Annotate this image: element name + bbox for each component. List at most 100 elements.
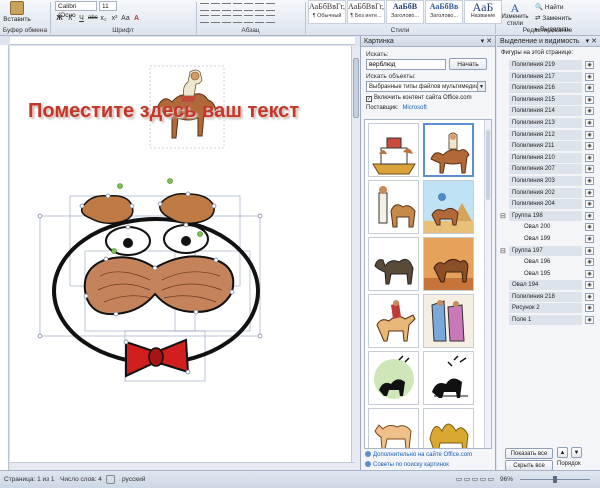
selection-shape-row[interactable]: Полилиния 204 ◉ — [497, 198, 600, 210]
change-styles-button[interactable]: A Изменить стили — [498, 2, 532, 28]
search-tips-link[interactable]: Советы по поиску картинок — [365, 461, 449, 468]
style-heading-2[interactable]: АаБбВв Заголово... — [425, 0, 463, 24]
clipart-thumb[interactable] — [368, 294, 419, 348]
clipart-search-input[interactable] — [366, 59, 446, 70]
visibility-eye-icon[interactable]: ◉ — [585, 61, 594, 69]
visibility-eye-icon[interactable]: ◉ — [585, 188, 594, 197]
visibility-eye-icon[interactable]: ◉ — [585, 95, 594, 104]
clipart-thumb[interactable] — [368, 237, 419, 291]
sort-icon[interactable] — [255, 3, 264, 11]
clipart-thumb[interactable] — [423, 408, 474, 448]
italic-button[interactable]: К — [66, 14, 75, 23]
selection-group-row[interactable]: ⊟ Группа 197 ◉ — [497, 245, 600, 257]
selection-shape-row[interactable]: Полилиния 218 ◉ — [497, 291, 600, 303]
selection-shape-row[interactable]: Полилиния 213 ◉ — [497, 117, 600, 129]
spellcheck-icon[interactable] — [106, 475, 115, 484]
clipart-thumb[interactable] — [423, 180, 474, 234]
line-spacing-icon[interactable] — [244, 15, 253, 23]
shading-icon[interactable] — [255, 15, 264, 23]
suppliers-link[interactable]: Microsoft — [402, 105, 426, 111]
strikethrough-button[interactable]: abc — [88, 14, 98, 23]
document-page[interactable]: Поместите здесь ваш текст — [10, 46, 355, 470]
visibility-eye-icon[interactable]: ◉ — [585, 176, 594, 185]
align-right-icon[interactable] — [222, 15, 231, 23]
move-up-button[interactable]: ▲ — [557, 447, 568, 458]
zoom-level[interactable]: 96% — [500, 471, 513, 488]
wordart-text[interactable]: Поместите здесь ваш текст — [28, 100, 299, 123]
selection-shape-row[interactable]: Полилиния 216 ◉ — [497, 82, 600, 94]
clipart-thumb-selected[interactable] — [423, 123, 474, 177]
align-left-icon[interactable] — [200, 15, 209, 23]
visibility-eye-icon[interactable]: ◉ — [585, 211, 594, 220]
superscript-button[interactable]: x² — [110, 14, 119, 23]
clipart-thumb[interactable] — [423, 351, 474, 405]
style-heading-1[interactable]: АаБбВ Заголово... — [386, 0, 424, 24]
borders-icon[interactable] — [266, 15, 275, 23]
visibility-eye-icon[interactable]: ◉ — [585, 234, 594, 243]
left-eyebrow[interactable] — [80, 194, 134, 225]
move-down-button[interactable]: ▼ — [571, 447, 582, 458]
numbering-icon[interactable] — [211, 3, 220, 11]
visibility-eye-icon[interactable]: ◉ — [585, 304, 594, 313]
find-button[interactable]: 🔍 Найти — [535, 2, 571, 13]
visibility-eye-icon[interactable]: ◉ — [585, 130, 594, 139]
selection-shape-row[interactable]: Поле 1 ◉ — [497, 314, 600, 326]
language-indicator[interactable]: русский — [122, 471, 145, 488]
visibility-eye-icon[interactable]: ◉ — [585, 118, 594, 127]
page-count[interactable]: Страница: 1 из 1 — [4, 471, 55, 488]
zoom-slider-thumb[interactable] — [553, 476, 557, 483]
font-color-button[interactable]: A — [132, 14, 141, 23]
clipart-thumb[interactable] — [423, 237, 474, 291]
selection-shape-row[interactable]: Овал 200 ◉ — [497, 221, 600, 233]
selection-shape-row[interactable]: Полилиния 219 ◉ — [497, 59, 600, 71]
selection-group-row[interactable]: ⊟ Группа 198 ◉ — [497, 210, 600, 222]
underline-button[interactable]: Ч — [77, 14, 86, 23]
style-no-spacing[interactable]: АаБбВвГг, ¶ Без инте... — [347, 0, 385, 24]
style-normal[interactable]: АаБбВвГг, ¶ Обычный — [308, 0, 346, 24]
mustache[interactable] — [83, 255, 235, 316]
visibility-eye-icon[interactable]: ◉ — [585, 165, 594, 174]
selection-shape-row[interactable]: Овал 195 ◉ — [497, 268, 600, 280]
close-icon[interactable]: ▾ ✕ — [481, 36, 492, 47]
font-size-combo[interactable]: 11 — [99, 1, 117, 11]
clipart-thumb[interactable] — [368, 351, 419, 405]
clipart-thumb[interactable] — [368, 180, 419, 234]
selection-shape-row[interactable]: Полилиния 210 ◉ — [497, 152, 600, 164]
close-icon[interactable]: ▾ ✕ — [586, 36, 597, 47]
selection-shape-row[interactable]: Полилиния 212 ◉ — [497, 129, 600, 141]
selection-shape-row[interactable]: Полилиния 214 ◉ — [497, 105, 600, 117]
results-scrollbar[interactable] — [484, 120, 491, 448]
visibility-eye-icon[interactable]: ◉ — [585, 269, 594, 278]
visibility-eye-icon[interactable]: ◉ — [585, 316, 594, 325]
more-office-link[interactable]: Дополнительно на сайте Office.com — [365, 451, 472, 458]
visibility-eye-icon[interactable]: ◉ — [585, 292, 594, 301]
paste-button[interactable]: Вставить — [2, 1, 32, 25]
include-office-checkbox[interactable]: ✓ Включить контент сайта Office.com — [366, 95, 472, 102]
visibility-eye-icon[interactable]: ◉ — [585, 142, 594, 151]
change-case-button[interactable]: Аа — [121, 14, 130, 23]
subscript-button[interactable]: x₂ — [99, 14, 108, 23]
justify-icon[interactable] — [233, 15, 242, 23]
visibility-eye-icon[interactable]: ◉ — [585, 153, 594, 162]
visibility-eye-icon[interactable]: ◉ — [585, 223, 594, 232]
view-buttons[interactable]: ▭ ▭ ▭ ▭ ▭ — [456, 471, 494, 488]
font-name-combo[interactable]: Calibri (Осно — [55, 1, 97, 19]
collapse-icon[interactable]: ⊟ — [500, 246, 506, 257]
selection-shape-row[interactable]: Полилиния 203 ◉ — [497, 175, 600, 187]
bullets-icon[interactable] — [200, 3, 209, 11]
collapse-icon[interactable]: ⊟ — [500, 211, 506, 222]
multilevel-icon[interactable] — [222, 3, 231, 11]
align-center-icon[interactable] — [211, 15, 220, 23]
selection-shape-row[interactable]: Полилиния 211 ◉ — [497, 140, 600, 152]
indent-icon[interactable] — [244, 3, 253, 11]
selection-shape-row[interactable]: Овал 194 ◉ — [497, 279, 600, 291]
clipart-thumb[interactable] — [368, 408, 419, 448]
selection-shape-row[interactable]: Полилиния 202 ◉ — [497, 187, 600, 199]
horizontal-ruler[interactable] — [10, 37, 355, 45]
visibility-eye-icon[interactable]: ◉ — [585, 200, 594, 209]
style-title[interactable]: АаБ Название — [464, 0, 502, 24]
visibility-eye-icon[interactable]: ◉ — [585, 258, 594, 267]
visibility-eye-icon[interactable]: ◉ — [585, 107, 594, 116]
clipart-thumb[interactable] — [423, 294, 474, 348]
visibility-eye-icon[interactable]: ◉ — [585, 84, 594, 93]
